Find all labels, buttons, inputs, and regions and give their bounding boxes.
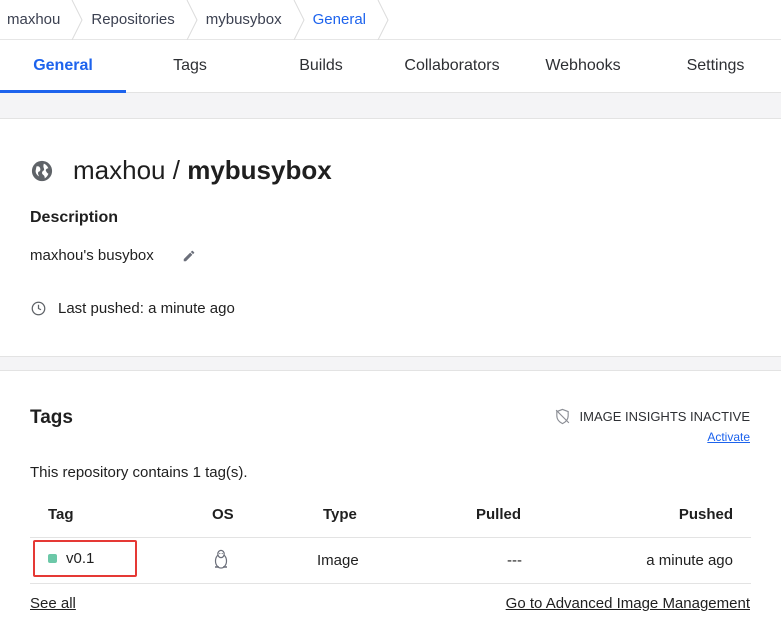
tab-builds[interactable]: Builds (254, 40, 388, 92)
tab-collaborators[interactable]: Collaborators (388, 40, 516, 92)
tag-type: Image (317, 552, 359, 569)
last-pushed: Last pushed: a minute ago (31, 300, 235, 317)
breadcrumb-item-repo[interactable]: mybusybox (199, 0, 292, 39)
tag-link-highlighted[interactable]: v0.1 (33, 540, 137, 577)
advanced-image-management-link[interactable]: Go to Advanced Image Management (506, 595, 750, 612)
tag-pushed: a minute ago (646, 552, 733, 569)
see-all-link[interactable]: See all (30, 595, 76, 612)
column-header-pushed: Pushed (678, 506, 733, 523)
linux-penguin-icon (214, 549, 228, 569)
repo-name: mybusybox (187, 155, 332, 185)
repo-tabs: General Tags Builds Collaborators Webhoo… (0, 40, 781, 93)
repo-namespace: maxhou (73, 155, 166, 185)
description-row: maxhou's busybox (30, 247, 196, 264)
insights-status: IMAGE INSIGHTS INACTIVE (579, 409, 750, 424)
chevron-right-icon (185, 0, 199, 40)
breadcrumb-item-repositories[interactable]: Repositories (84, 0, 184, 39)
tab-webhooks[interactable]: Webhooks (516, 40, 650, 92)
column-header-os: OS (212, 506, 234, 523)
chevron-right-icon (292, 0, 306, 40)
tag-count: This repository contains 1 tag(s). (30, 464, 248, 481)
section-divider (0, 93, 781, 119)
description-text: maxhou's busybox (30, 247, 154, 264)
row-divider (30, 583, 751, 584)
tab-general[interactable]: General (0, 40, 126, 93)
tag-status-dot (48, 554, 57, 563)
column-header-tag: Tag (48, 506, 74, 523)
tag-pulled: --- (507, 552, 522, 569)
chevron-right-icon (70, 0, 84, 40)
breadcrumb-item-namespace[interactable]: maxhou (0, 0, 70, 39)
section-divider (0, 356, 781, 371)
tags-heading: Tags (30, 407, 73, 428)
repo-title: maxhou / mybusybox (31, 155, 332, 186)
tab-settings[interactable]: Settings (650, 40, 781, 92)
tag-name: v0.1 (66, 550, 95, 567)
tab-tags[interactable]: Tags (126, 40, 254, 92)
activate-link[interactable]: Activate (554, 430, 750, 444)
pencil-icon[interactable] (182, 249, 196, 263)
last-pushed-text: Last pushed: a minute ago (58, 300, 235, 317)
breadcrumb: maxhou Repositories mybusybox General (0, 0, 781, 40)
column-header-pulled: Pulled (476, 506, 522, 523)
repo-separator: / (172, 155, 180, 185)
breadcrumb-item-current[interactable]: General (306, 0, 376, 39)
column-header-type: Type (323, 506, 357, 523)
description-heading: Description (30, 209, 119, 226)
header-divider (30, 537, 751, 538)
chevron-right-icon (376, 0, 390, 40)
shield-off-icon (555, 408, 569, 425)
image-insights: IMAGE INSIGHTS INACTIVE Activate (554, 408, 750, 444)
clock-icon (31, 301, 46, 316)
globe-icon (31, 160, 53, 181)
